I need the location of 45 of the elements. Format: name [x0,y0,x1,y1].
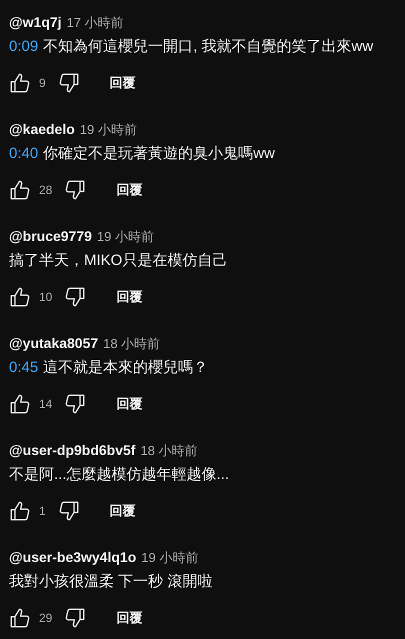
reply-button[interactable]: 回覆 [108,388,150,420]
comment-text: 你確定不是玩著黃遊的臭小鬼嗎ww [43,144,275,164]
thumbs-up-icon[interactable] [9,500,31,522]
like-count: 14 [39,396,52,413]
thumbs-down-icon[interactable] [58,500,80,522]
comment-time[interactable]: 19 小時前 [80,121,137,139]
thumbs-down-icon[interactable] [58,72,80,94]
comment-time[interactable]: 19 小時前 [141,549,198,567]
comment-time[interactable]: 18 小時前 [103,335,160,353]
reply-button[interactable]: 回覆 [108,174,150,206]
comment-author[interactable]: @user-dp9bd6bv5f [9,441,136,459]
reply-button[interactable]: 回覆 [108,602,150,634]
comment-text: 搞了半天，MIKO只是在模仿自己 [9,251,228,271]
comment-author[interactable]: @user-be3wy4lq1o [9,548,136,566]
thumbs-down-icon[interactable] [64,179,86,201]
thumbs-up-icon[interactable] [9,393,31,415]
comment-text: 這不就是本來的櫻兒嗎？ [43,358,208,378]
like-count: 28 [39,182,52,199]
timestamp-link[interactable]: 0:09 [9,37,38,57]
reply-button[interactable]: 回覆 [102,67,144,99]
comment-author[interactable]: @bruce9779 [9,227,92,245]
thumbs-down-icon[interactable] [64,393,86,415]
timestamp-link[interactable]: 0:45 [9,358,38,378]
thumbs-up-icon[interactable] [9,179,31,201]
comment-author[interactable]: @yutaka8057 [9,334,98,352]
reply-button[interactable]: 回覆 [102,495,144,527]
thumbs-up-icon[interactable] [9,72,31,94]
like-count: 1 [39,503,46,520]
timestamp-link[interactable]: 0:40 [9,144,38,164]
thumbs-down-icon[interactable] [64,286,86,308]
comment-author[interactable]: @kaedelo [9,120,75,138]
comment-text: 不知為何這櫻兒一開口, 我就不自覺的笑了出來ww [43,37,374,57]
like-count: 29 [39,610,52,627]
comment-time[interactable]: 17 小時前 [66,14,124,32]
comment-time[interactable]: 19 小時前 [96,228,154,246]
thumbs-up-icon[interactable] [9,286,31,308]
comment-text: 我對小孩很溫柔 下一秒 滾開啦 [9,572,212,592]
like-count: 9 [39,75,46,92]
comment-text: 不是阿...怎麼越模仿越年輕越像... [9,465,230,485]
comment-author[interactable]: @w1q7j [9,13,62,31]
thumbs-up-icon[interactable] [9,607,31,629]
like-count: 10 [39,289,52,306]
thumbs-down-icon[interactable] [64,607,86,629]
reply-button[interactable]: 回覆 [108,281,150,313]
comment-time[interactable]: 18 小時前 [140,442,198,460]
